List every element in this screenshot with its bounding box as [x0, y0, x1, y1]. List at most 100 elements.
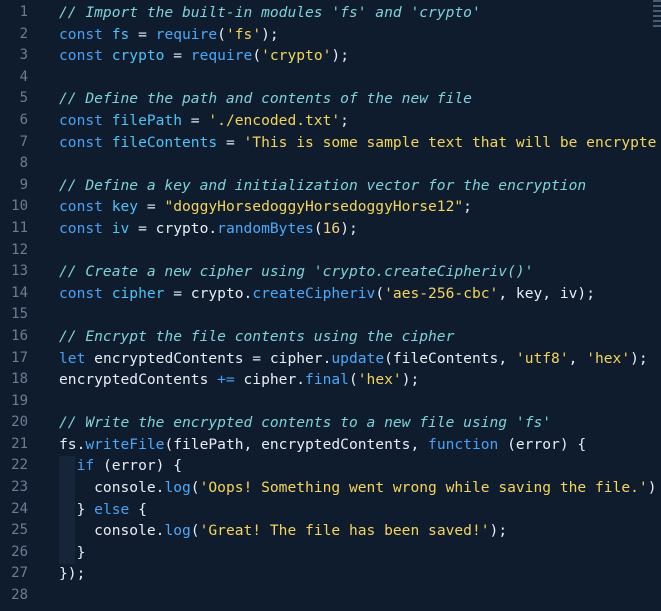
code-text: =: [138, 198, 165, 216]
code-string: 'This is some sample text that will be e…: [243, 133, 657, 151]
minimap-line: [653, 25, 661, 27]
code-line[interactable]: [59, 153, 661, 175]
code-keyword: const: [59, 25, 112, 43]
line-number: 19: [11, 392, 28, 409]
code-keyword: function: [428, 435, 499, 453]
code-function: require: [190, 47, 253, 65]
minimap-line: [653, 5, 661, 7]
code-line[interactable]: const key = "doggyHorsedoggyHorsedoggyHo…: [59, 196, 661, 218]
line-number: 10: [11, 198, 28, 215]
code-line[interactable]: const fileContents = 'This is some sampl…: [59, 132, 661, 154]
code-line[interactable]: // Create a new cipher using 'crypto.cre…: [59, 261, 661, 283]
code-comment: // Define the path and contents of the n…: [59, 90, 472, 108]
line-number: 9: [19, 176, 28, 193]
code-line[interactable]: if (error) {: [59, 455, 661, 477]
code-string: './encoded.txt': [208, 111, 341, 129]
line-number: 4: [19, 68, 28, 85]
code-text: (: [217, 25, 226, 43]
code-keyword: const: [59, 111, 112, 129]
code-line[interactable]: let encryptedContents = cipher.update(fi…: [59, 348, 661, 370]
code-line[interactable]: // Define the path and contents of the n…: [59, 88, 661, 110]
code-keyword: +=: [217, 371, 235, 389]
code-line[interactable]: encryptedContents += cipher.final('hex')…: [59, 369, 661, 391]
code-line[interactable]: const cipher = crypto.createCipheriv('ae…: [59, 283, 661, 305]
code-line[interactable]: } else {: [59, 499, 661, 521]
code-line[interactable]: [59, 67, 661, 89]
code-line[interactable]: // Import the built-in modules 'fs' and …: [59, 2, 661, 24]
line-number: 23: [11, 479, 28, 496]
code-keyword: if: [76, 457, 95, 475]
code-text: , key, iv);: [498, 284, 596, 302]
line-number: 5: [19, 90, 28, 107]
line-number: 24: [11, 500, 28, 517]
code-text: }: [59, 543, 86, 561]
code-string: 'Oops! Something went wrong while saving…: [199, 479, 648, 497]
code-text: ): [647, 479, 657, 497]
code-line[interactable]: const iv = crypto.randomBytes(16);: [59, 218, 661, 240]
code-string: 'crypto': [261, 47, 332, 65]
code-text: );: [331, 47, 349, 65]
code-text: );: [261, 25, 279, 43]
code-number: 16: [322, 219, 341, 237]
code-text: );: [401, 371, 420, 389]
code-line[interactable]: }: [59, 542, 661, 564]
code-line[interactable]: console.log('Oops! Something went wrong …: [59, 477, 661, 499]
code-line[interactable]: // Write the encrypted contents to a new…: [59, 412, 661, 434]
code-text: =: [217, 133, 244, 151]
code-editor[interactable]: 1 2 3 4 5 6 7 8 9 10 11 12 13 14 15 16 17 18 19 20 21 22 23 24 2…: [0, 0, 661, 611]
code-line[interactable]: // Define a key and initialization vecto…: [59, 175, 661, 197]
line-number-gutter: 1 2 3 4 5 6 7 8 9 10 11 12 13 14 15 16 17 18 19 20 21 22 23 24 2…: [0, 2, 36, 607]
code-text: (: [190, 479, 200, 497]
line-number: 6: [19, 111, 28, 128]
code-line[interactable]: [59, 304, 661, 326]
code-text: (: [190, 522, 200, 540]
code-line[interactable]: [59, 391, 661, 413]
code-text: = crypto.: [164, 284, 253, 302]
code-function: log: [164, 522, 191, 540]
line-number: 27: [11, 565, 28, 582]
code-line[interactable]: const fs = require('fs');: [59, 24, 661, 46]
minimap-line: [653, 15, 661, 17]
code-comment: // Import the built-in modules 'fs' and …: [59, 4, 481, 21]
minimap[interactable]: [653, 0, 661, 60]
code-text: =: [164, 47, 191, 65]
code-keyword: else: [94, 500, 130, 518]
horizontal-scrollbar[interactable]: [0, 605, 661, 611]
code-text: (error) {: [498, 435, 587, 453]
code-text: }: [59, 500, 95, 518]
code-function: require: [155, 25, 218, 43]
code-comment: // Encrypt the file contents using the c…: [59, 327, 455, 345]
code-line[interactable]: [59, 585, 661, 607]
code-line[interactable]: fs.writeFile(filePath, encryptedContents…: [59, 434, 661, 456]
code-comment: // Write the encrypted contents to a new…: [59, 414, 552, 432]
code-line[interactable]: console.log('Great! The file has been sa…: [59, 520, 661, 542]
code-text: encryptedContents: [59, 371, 218, 389]
code-text: (: [348, 371, 358, 389]
code-text: console.: [59, 479, 165, 497]
code-line[interactable]: [59, 240, 661, 262]
code-comment: // Create a new cipher using 'crypto.cre…: [59, 263, 534, 281]
code-string: 'aes-256-cbc': [384, 284, 499, 302]
code-text: );: [489, 522, 508, 540]
code-line[interactable]: const filePath = './encoded.txt';: [59, 110, 661, 132]
code-keyword: const: [59, 198, 112, 216]
line-number: 18: [11, 371, 28, 388]
code-text: cipher.: [234, 371, 306, 389]
code-line[interactable]: // Encrypt the file contents using the c…: [59, 326, 661, 348]
code-identifier: key: [111, 198, 139, 216]
code-function: createCipheriv: [252, 284, 376, 302]
code-text: (error) {: [94, 457, 183, 475]
line-number: 1: [19, 4, 28, 20]
code-text: = crypto.: [129, 219, 218, 237]
code-text: {: [129, 500, 147, 518]
code-area[interactable]: // Import the built-in modules 'fs' and …: [59, 2, 661, 607]
code-function: final: [305, 371, 349, 389]
line-number: 15: [11, 306, 28, 323]
code-line[interactable]: });: [59, 563, 661, 585]
code-text: console.: [59, 522, 165, 540]
code-text: );: [340, 219, 358, 237]
code-line[interactable]: const crypto = require('crypto');: [59, 45, 661, 67]
code-text: (: [252, 47, 262, 65]
minimap-line: [653, 20, 661, 22]
